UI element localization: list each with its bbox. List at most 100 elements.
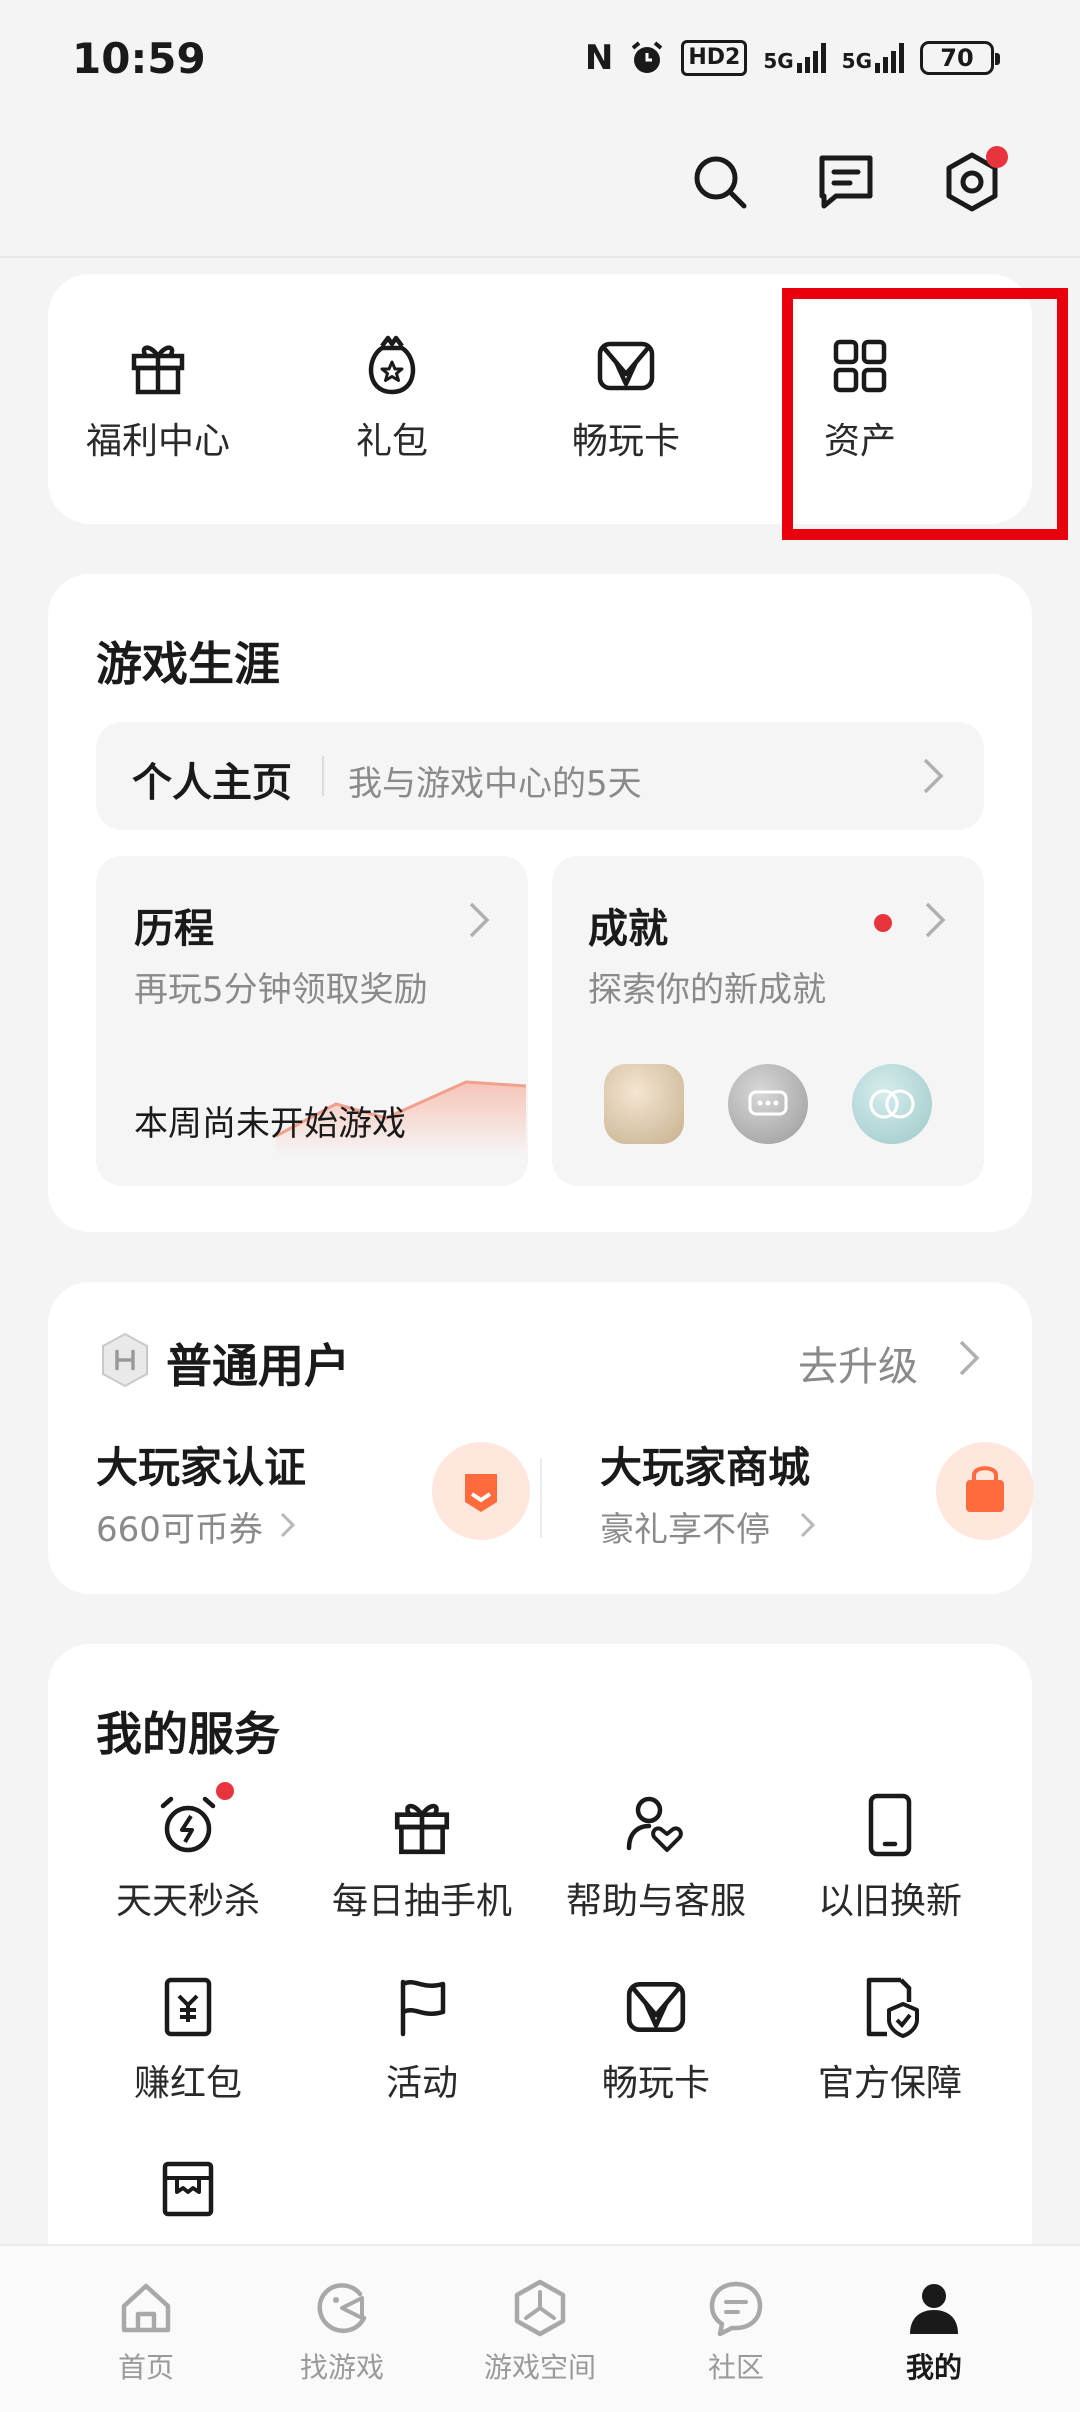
battery-icon: 70 [920, 41, 1000, 75]
quick-item-label: 畅玩卡 [571, 421, 680, 462]
achievement-desc: 探索你的新成就 [588, 970, 826, 1010]
achievement-card[interactable]: 成就 探索你的新成就 [552, 856, 984, 1186]
phone-icon [868, 1793, 912, 1857]
profile-icon [910, 2284, 958, 2334]
chevron-right-icon [959, 1340, 980, 1376]
nav-mine[interactable]: 我的 [844, 2278, 1024, 2386]
flash-clock-icon [160, 1796, 216, 1853]
status-icons: N HD2 5G 5G 70 [584, 38, 1000, 78]
gift-bag-icon [368, 335, 416, 395]
member-level: 普通用户 [166, 1339, 350, 1393]
service-label: 每日抽手机 [331, 1881, 512, 1922]
chevron-right-icon [923, 758, 944, 794]
service-activities[interactable]: 活动 [317, 1974, 527, 2106]
play-card-icon [597, 341, 655, 391]
quick-item-label: 福利中心 [85, 421, 230, 462]
service-label: 天天秒杀 [115, 1881, 260, 1922]
nav-community[interactable]: 社区 [646, 2278, 826, 2386]
bottom-nav: 首页 找游戏 游戏空间 社区 我的 [0, 2244, 1080, 2412]
battery-level: 70 [940, 44, 974, 72]
game-career-card: 游戏生涯 个人主页 我与游戏中心的5天 历程 再玩5分钟领取奖励 本周尚未开始游… [48, 574, 1032, 1232]
member-mall-entry[interactable]: 大玩家商城 豪礼享不停 [600, 1434, 1034, 1554]
sim2-network-label: 5G [841, 49, 872, 73]
history-desc: 再玩5分钟领取奖励 [134, 970, 428, 1010]
chevron-right-icon [925, 902, 946, 938]
mall-desc: 豪礼享不停 [600, 1510, 770, 1550]
achievement-badge-icon [728, 1064, 808, 1144]
services-card: 我的服务 天天秒杀 每日抽手机 帮助与客服 以旧换新 赚红包 活动 畅玩卡 官方… [48, 1644, 1032, 2344]
signal-icon-sim1: 5G [763, 43, 826, 73]
section-title: 游戏生涯 [96, 637, 280, 691]
quick-gift-pack[interactable]: 礼包 [312, 334, 472, 464]
nav-game-space[interactable]: 游戏空间 [450, 2278, 630, 2386]
service-label: 畅玩卡 [601, 2063, 710, 2104]
signal-icon-sim2: 5G [842, 43, 904, 73]
play-card-icon [626, 1981, 686, 2033]
nav-home[interactable]: 首页 [56, 2278, 236, 2386]
service-store[interactable] [83, 2156, 293, 2236]
red-packet-icon [164, 1977, 212, 2037]
sim1-network-label: 5G [763, 49, 794, 73]
profile-label: 个人主页 [132, 760, 292, 806]
achievement-notification-dot [874, 914, 892, 932]
upgrade-link[interactable]: 去升级 [798, 1334, 918, 1392]
highlight-box [782, 288, 1068, 540]
cert-desc: 660可币券 [96, 1510, 263, 1550]
service-red-packet[interactable]: 赚红包 [83, 1974, 293, 2106]
service-help-support[interactable]: 帮助与客服 [551, 1792, 761, 1924]
service-label: 赚红包 [133, 2063, 242, 2104]
settings-notification-dot [986, 146, 1008, 168]
divider [0, 256, 1080, 258]
history-status: 本周尚未开始游戏 [134, 1104, 406, 1144]
quick-item-label: 礼包 [355, 421, 428, 462]
alarm-icon [632, 41, 663, 73]
profile-desc: 我与游戏中心的5天 [348, 764, 642, 804]
find-game-icon [317, 2283, 367, 2333]
cert-title: 大玩家认证 [96, 1443, 307, 1492]
profile-row[interactable]: 个人主页 我与游戏中心的5天 [96, 722, 984, 830]
quick-play-card[interactable]: 畅玩卡 [546, 334, 706, 464]
divider [540, 1458, 542, 1538]
nfc-icon: N [584, 38, 614, 78]
nav-label: 社区 [707, 2351, 764, 2384]
shield-doc-icon [866, 1977, 919, 2038]
mall-title: 大玩家商城 [600, 1443, 811, 1492]
message-icon[interactable] [814, 150, 878, 214]
nav-label: 找游戏 [299, 2351, 384, 2384]
search-icon[interactable] [688, 150, 752, 214]
nav-label: 我的 [905, 2351, 962, 2384]
service-label: 活动 [385, 2063, 458, 2104]
service-play-card[interactable]: 畅玩卡 [551, 1974, 761, 2106]
chevron-right-icon [800, 1512, 816, 1538]
service-label: 帮助与客服 [565, 1881, 746, 1922]
status-time: 10:59 [72, 34, 206, 83]
achievement-title: 成就 [588, 906, 668, 952]
nav-label: 游戏空间 [483, 2351, 596, 2384]
community-icon [709, 2281, 763, 2337]
quick-welfare-center[interactable]: 福利中心 [78, 334, 238, 464]
gift-icon [394, 1803, 450, 1855]
member-cert-entry[interactable]: 大玩家认证 660可币券 [96, 1434, 530, 1554]
history-card[interactable]: 历程 再玩5分钟领取奖励 本周尚未开始游戏 [96, 856, 528, 1186]
divider [322, 756, 324, 796]
cert-badge-icon [432, 1442, 530, 1540]
gift-icon [131, 345, 185, 395]
service-label: 以旧换新 [817, 1881, 962, 1922]
game-space-icon [514, 2279, 566, 2337]
member-level-icon [102, 1332, 148, 1388]
service-daily-lottery[interactable]: 每日抽手机 [317, 1792, 527, 1924]
shopping-bag-icon [936, 1442, 1034, 1540]
section-title: 我的服务 [96, 1707, 280, 1761]
hd-icon: HD2 [681, 40, 748, 76]
achievement-badge-icon [852, 1064, 932, 1144]
support-icon [626, 1796, 683, 1852]
status-bar: 10:59 N HD2 5G 5G 70 [0, 0, 1080, 120]
flag-icon [400, 1979, 446, 2037]
nav-find-game[interactable]: 找游戏 [252, 2278, 432, 2386]
home-icon [121, 2283, 171, 2333]
service-trade-in[interactable]: 以旧换新 [785, 1792, 995, 1924]
nav-label: 首页 [117, 2351, 174, 2384]
service-flash-sale[interactable]: 天天秒杀 [83, 1792, 293, 1924]
service-official-guarantee[interactable]: 官方保障 [785, 1974, 995, 2106]
service-label: 官方保障 [817, 2063, 962, 2104]
